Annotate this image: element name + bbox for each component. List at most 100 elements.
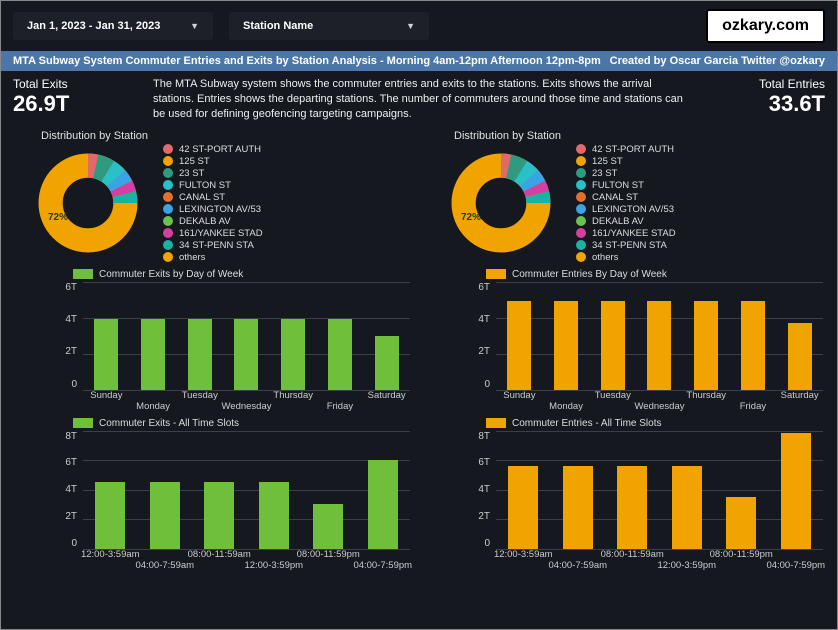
kpi-label: Total Entries [705,77,825,91]
axis-tick: 12:00-3:59pm [657,560,716,571]
bar [507,301,531,389]
legend-swatch-icon [163,204,173,214]
axis-tick: Saturday [368,390,406,401]
bar [741,301,765,389]
chart-exits-slot: Commuter Exits - All Time Slots 8T6T4T2T… [13,418,412,571]
legend-item: 34 ST-PENN STA [576,240,676,251]
page-credit: Created by Oscar Garcia Twitter @ozkary [610,55,825,67]
chart-title: Distribution by Station [454,130,825,142]
legend-label: FULTON ST [592,180,644,191]
donut-percent: 72% [461,212,481,223]
legend-label: 34 ST-PENN STA [179,240,254,251]
bar [188,319,212,389]
bar [672,466,702,549]
legend-swatch-icon [576,252,586,262]
axis-tick: 08:00-11:59am [601,549,664,560]
bar [788,323,812,390]
kpi-total-exits: Total Exits 26.9T [13,77,133,122]
axis-tick: Tuesday [182,390,218,401]
legend-item: 161/YANKEE STAD [163,228,263,239]
bar-chart: 6T4T2T0SundayMondayTuesdayWednesdayThurs… [426,282,825,412]
bar [94,319,118,389]
bar [375,336,399,390]
legend-label: 23 ST [592,168,617,179]
legend-item: DEKALB AV [163,216,263,227]
axis-tick: Friday [327,401,353,412]
axis-tick: Thursday [273,390,313,401]
legend-label: 23 ST [179,168,204,179]
axis-tick: 2T [65,511,77,522]
legend-label: Commuter Exits by Day of Week [99,269,243,280]
description-text: The MTA Subway system shows the commuter… [153,77,685,122]
legend-label: 161/YANKEE STAD [592,228,676,239]
legend-swatch-icon [163,144,173,154]
legend-label: CANAL ST [592,192,638,203]
legend-swatch-icon [486,269,506,279]
kpi-row: Total Exits 26.9T The MTA Subway system … [13,77,825,122]
station-dropdown[interactable]: Station Name ▼ [229,12,429,40]
legend-label: 125 ST [179,156,210,167]
legend-swatch-icon [163,168,173,178]
slot-row: Commuter Exits - All Time Slots 8T6T4T2T… [13,418,825,571]
axis-tick: 6T [478,282,490,293]
page-title: MTA Subway System Commuter Entries and E… [13,55,601,67]
bar [95,482,125,548]
axis-tick: 0 [71,538,77,549]
axis-tick: Sunday [503,390,535,401]
axis-tick: 4T [478,484,490,495]
legend-swatch-icon [73,269,93,279]
bar [141,319,165,389]
legend-swatch-icon [576,156,586,166]
axis-tick: Wednesday [635,401,685,412]
axis-tick: 4T [65,484,77,495]
kpi-value: 33.6T [705,91,825,117]
legend-item: 23 ST [576,168,676,179]
axis-tick: Monday [549,401,583,412]
axis-tick: 12:00-3:59pm [244,560,303,571]
chart-exits-dow: Commuter Exits by Day of Week 6T4T2T0Sun… [13,269,412,412]
axis-tick: 6T [478,457,490,468]
legend-swatch-icon [163,228,173,238]
chevron-down-icon: ▼ [190,21,199,31]
legend-swatch-icon [163,180,173,190]
legend-swatch-icon [163,192,173,202]
axis-tick: 08:00-11:59pm [710,549,773,560]
kpi-total-entries: Total Entries 33.6T [705,77,825,122]
bar [617,466,647,549]
legend-swatch-icon [576,240,586,250]
legend-item: FULTON ST [576,180,676,191]
axis-tick: 6T [65,282,77,293]
legend-item: FULTON ST [163,180,263,191]
donut-row: Distribution by Station [13,128,825,263]
axis-tick: 4T [478,314,490,325]
axis-tick: 08:00-11:59am [188,549,251,560]
axis-tick: Thursday [686,390,726,401]
bar [328,319,352,389]
legend-item: others [576,252,676,263]
bar [313,504,343,548]
brand-badge: ozkary.com [706,9,825,43]
bar [563,466,593,549]
legend-item: 125 ST [576,156,676,167]
bar [694,301,718,389]
legend-swatch-icon [576,180,586,190]
legend-label: 42 ST-PORT AUTH [179,144,261,155]
date-range-dropdown[interactable]: Jan 1, 2023 - Jan 31, 2023 ▼ [13,12,213,40]
chart-legend: Commuter Entries By Day of Week [486,269,825,280]
axis-tick: 04:00-7:59pm [353,560,412,571]
bar [204,482,234,548]
chart-legend: Commuter Exits by Day of Week [73,269,412,280]
legend-label: CANAL ST [179,192,225,203]
bar [601,301,625,389]
legend-label: Commuter Entries - All Time Slots [512,418,661,429]
topbar: Jan 1, 2023 - Jan 31, 2023 ▼ Station Nam… [1,1,837,51]
legend: 42 ST-PORT AUTH125 ST23 STFULTON STCANAL… [576,144,676,263]
axis-tick: 8T [478,431,490,442]
date-range-value: Jan 1, 2023 - Jan 31, 2023 [27,20,160,32]
header-bar: MTA Subway System Commuter Entries and E… [1,51,837,71]
chart-title: Distribution by Station [41,130,412,142]
legend-item: 125 ST [163,156,263,167]
axis-tick: 12:00-3:59am [81,549,140,560]
legend-swatch-icon [576,216,586,226]
axis-tick: 08:00-11:59pm [297,549,360,560]
